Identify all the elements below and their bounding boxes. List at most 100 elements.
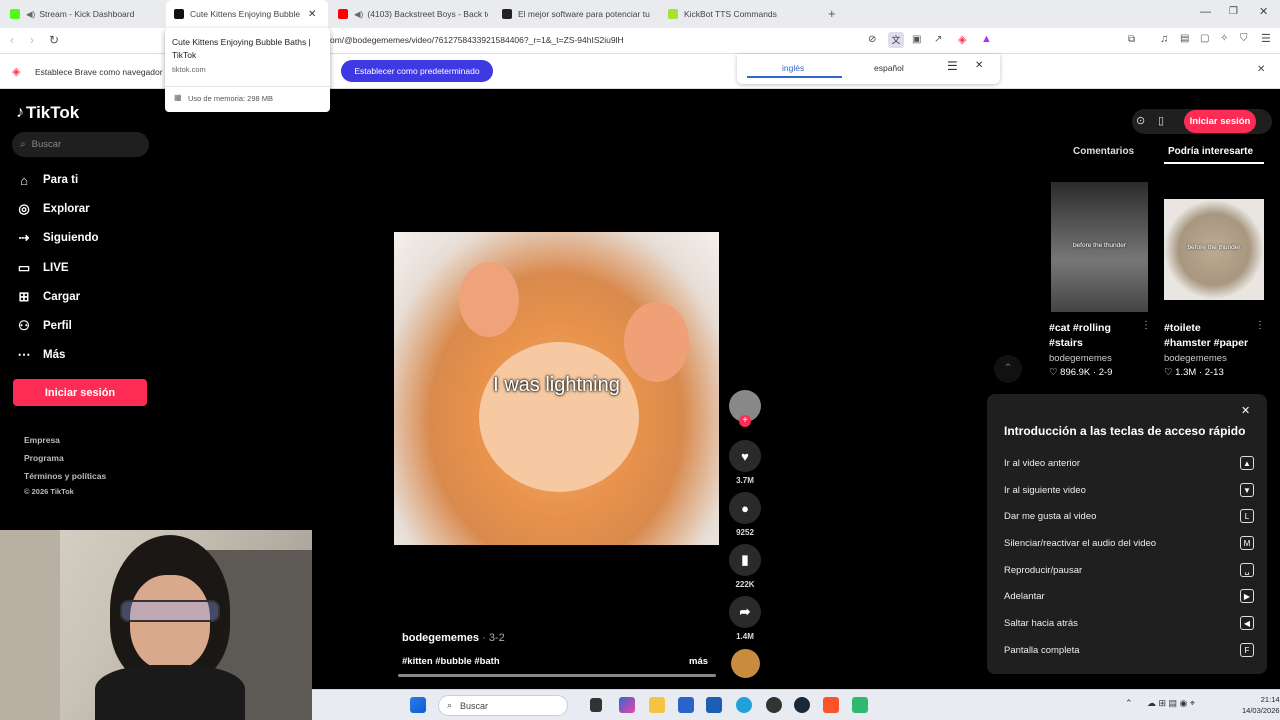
tab-podria-interesarte[interactable]: Podría interesarte: [1168, 146, 1253, 157]
nav-mas[interactable]: ⋯ Más: [16, 347, 66, 363]
right-login-button[interactable]: Iniciar sesión: [1184, 110, 1256, 133]
tiktok-sidebar: ♪ TikTok ⌕ Buscar ⌂ Para ti ◎ Explorar ⇢ Si…: [0, 89, 165, 529]
taskbar-search[interactable]: ⌕ Buscar: [438, 695, 568, 716]
more-link[interactable]: más: [689, 656, 708, 667]
nav-perfil[interactable]: ⚇ Perfil: [16, 318, 72, 334]
tray-icons[interactable]: ☁ ⊞ ▤ ◉ ⌖: [1147, 698, 1195, 709]
file-explorer-icon[interactable]: [649, 697, 665, 713]
tab-software[interactable]: El mejor software para potenciar tu s: [502, 4, 652, 24]
tab-kick-dashboard[interactable]: ◀) Stream - Kick Dashboard: [10, 4, 160, 24]
card-1-author[interactable]: bodegememes: [1049, 353, 1112, 364]
url-field[interactable]: om/@bodegememes/video/761275843392158440…: [330, 35, 624, 45]
vpn-app-icon[interactable]: [852, 697, 868, 713]
close-tab-icon[interactable]: ✕: [308, 9, 316, 20]
tab-kickbot[interactable]: KickBot TTS Commands: [668, 4, 818, 24]
arrow-down-key-icon: ▼: [1240, 483, 1254, 497]
like-button[interactable]: ♥ 3.7M: [729, 440, 761, 485]
calculator-icon[interactable]: [706, 697, 722, 713]
card-1-title[interactable]: #cat #rolling #stairs: [1049, 321, 1129, 351]
edge-icon[interactable]: [736, 697, 752, 713]
nav-live[interactable]: ▭ LIVE: [16, 260, 69, 276]
nav-para-ti[interactable]: ⌂ Para ti: [16, 172, 78, 188]
shortcut-fullscreen: Pantalla completa F: [1004, 643, 1254, 657]
card-2-title[interactable]: #toilete #hamster #paper: [1164, 321, 1250, 351]
coin-icon[interactable]: ⊙: [1136, 114, 1145, 127]
copilot-icon[interactable]: [619, 697, 635, 713]
tab-youtube[interactable]: ◀) (4103) Backstreet Boys - Back to: [338, 4, 488, 24]
clock[interactable]: 21:14 14/03/2026: [1242, 694, 1280, 716]
vpn-icon[interactable]: ⛉: [1240, 33, 1248, 44]
search-input[interactable]: ⌕ Buscar: [12, 132, 149, 157]
minimize-icon[interactable]: —: [1200, 6, 1211, 18]
card-2-author[interactable]: bodegememes: [1164, 353, 1227, 364]
share-icon[interactable]: ↗: [934, 34, 942, 45]
device-icon[interactable]: ▯: [1158, 114, 1164, 127]
shortcut-back: Saltar hacia atrás ◀: [1004, 616, 1254, 630]
tab-comentarios[interactable]: Comentarios: [1073, 146, 1134, 157]
save-button[interactable]: ▮ 222K: [729, 544, 761, 589]
brave-shield-icon[interactable]: ◈: [958, 33, 966, 46]
brave-taskbar-icon[interactable]: [823, 697, 839, 713]
follow-plus-icon[interactable]: +: [739, 415, 751, 427]
task-view-icon[interactable]: [590, 698, 602, 712]
steam-icon[interactable]: [794, 697, 810, 713]
person-shirt: [95, 665, 245, 720]
share-button[interactable]: ➦ 1.4M: [729, 596, 761, 641]
new-tab-icon[interactable]: +: [828, 6, 836, 21]
lang-spanish-tab[interactable]: español: [874, 63, 904, 73]
tiktok-logo[interactable]: ♪ TikTok: [16, 103, 79, 123]
tab-hover-card: Cute Kittens Enjoying Bubble Baths | Tik…: [165, 28, 330, 112]
card-2-more-icon[interactable]: ⋮: [1255, 320, 1265, 331]
lang-english-tab[interactable]: inglés: [782, 63, 804, 73]
card-1-stats: ♡ 896.9K · 2-9: [1049, 367, 1113, 378]
start-icon[interactable]: [410, 697, 426, 713]
back-icon[interactable]: ‹: [10, 33, 14, 47]
music-icon[interactable]: ♫: [1160, 33, 1168, 45]
set-default-button[interactable]: Establecer como predeterminado: [341, 60, 493, 82]
reload-icon[interactable]: ↻: [49, 33, 59, 47]
login-button[interactable]: Iniciar sesión: [13, 379, 147, 406]
music-disc-icon[interactable]: [731, 649, 760, 678]
scroll-up-icon[interactable]: ⌃: [994, 355, 1022, 383]
video-caption: I was lightning: [493, 374, 620, 396]
comment-button[interactable]: ● 9252: [729, 492, 761, 537]
obs-icon[interactable]: [766, 697, 782, 713]
leo-icon[interactable]: ✧: [1220, 33, 1228, 44]
hover-card-domain: tiktok.com: [172, 65, 206, 74]
forward-icon[interactable]: ›: [30, 33, 34, 47]
nav-cargar[interactable]: ⊞ Cargar: [16, 289, 81, 305]
translate-icon[interactable]: 文: [888, 32, 904, 48]
sidebar-icon[interactable]: ⧉: [1128, 34, 1135, 45]
translate-menu-icon[interactable]: ☰: [947, 59, 958, 73]
menu-icon[interactable]: ☰: [1261, 32, 1271, 45]
footer-programa[interactable]: Programa: [24, 453, 64, 463]
nav-siguiendo[interactable]: ⇢ Siguiendo: [16, 230, 99, 246]
remote-desktop-icon[interactable]: [678, 697, 694, 713]
close-window-icon[interactable]: ✕: [1259, 5, 1268, 18]
l-key-icon: L: [1240, 509, 1254, 523]
translate-close-icon[interactable]: ✕: [975, 60, 983, 71]
tab-tiktok-active[interactable]: Cute Kittens Enjoying Bubble Ba ✕: [166, 0, 328, 28]
footer-terminos[interactable]: Términos y políticas: [24, 471, 106, 481]
video-progress-track[interactable]: [398, 674, 716, 677]
nav-explorar[interactable]: ◎ Explorar: [16, 201, 89, 217]
infobar-close-icon[interactable]: ✕: [1257, 64, 1265, 75]
tray-chevron-icon[interactable]: ⌃: [1125, 698, 1133, 709]
video-hashtags[interactable]: #kitten #bubble #bath: [402, 656, 500, 667]
video-player[interactable]: I was lightning: [394, 232, 719, 545]
shortcuts-close-icon[interactable]: ✕: [1241, 404, 1250, 417]
recommended-thumb-2[interactable]: before the thunder: [1164, 199, 1264, 300]
m-key-icon: M: [1240, 536, 1254, 550]
panel-icon[interactable]: ▤: [1180, 33, 1189, 44]
screenshot-icon[interactable]: ▣: [912, 34, 921, 45]
hover-card-memory: Uso de memoria: 298 MB: [188, 94, 274, 103]
recommended-thumb-1[interactable]: before the thunder: [1051, 182, 1148, 312]
video-author[interactable]: bodegememes · 3-2: [402, 632, 505, 644]
footer-empresa[interactable]: Empresa: [24, 435, 60, 445]
card-1-more-icon[interactable]: ⋮: [1141, 320, 1151, 331]
brave-rewards-icon[interactable]: ▲: [981, 33, 992, 45]
wallet-icon[interactable]: ▢: [1200, 33, 1209, 44]
translate-off-icon[interactable]: ⊘: [868, 34, 876, 45]
card-2-stats: ♡ 1.3M · 2-13: [1164, 367, 1224, 378]
maximize-icon[interactable]: ❐: [1229, 6, 1238, 17]
